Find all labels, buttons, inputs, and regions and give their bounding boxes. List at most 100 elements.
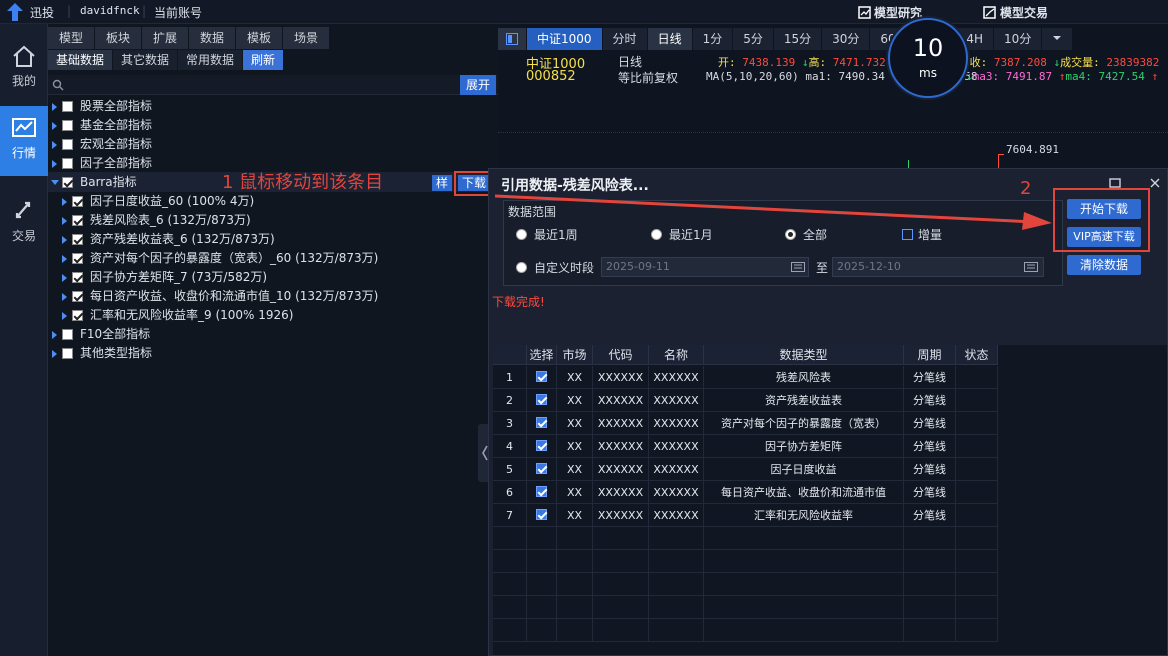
tab-10min[interactable]: 10分 [994,28,1043,50]
tab-basic-data[interactable]: 基础数据 [48,50,114,70]
radio-custom-label: 自定义时段 [534,261,595,275]
radio-custom[interactable] [516,262,527,273]
tab-30min[interactable]: 30分 [822,28,871,50]
column-header[interactable]: 市场 [557,345,593,365]
nav-trade[interactable]: 交易 [0,189,48,259]
tab-common-data[interactable]: 常用数据 [178,50,244,70]
tab-scene[interactable]: 场景 [283,27,330,49]
row-checkbox[interactable] [536,486,547,497]
model-trade-tab[interactable]: 模型交易 [1000,4,1048,21]
row-checkbox[interactable] [536,394,547,405]
column-header[interactable]: 数据类型 [704,345,904,365]
row-checkbox[interactable] [536,440,547,451]
tab-other-data[interactable]: 其它数据 [113,50,179,70]
ma-row-2: ↓ma3: 7491.87 ↑ma4: 7427.54 ↑ [966,70,1159,83]
column-header[interactable] [493,345,527,365]
row-checkbox[interactable] [536,509,547,520]
row-checkbox[interactable] [536,371,547,382]
column-header[interactable]: 选择 [527,345,557,365]
tab-1min[interactable]: 1分 [693,28,734,50]
tab-sector[interactable]: 板块 [95,27,142,49]
high-value: 7471.732 [832,56,886,69]
empty-cell [527,619,557,642]
tree-child-2[interactable]: 残差风险表_6 (132万/873万) [58,211,488,230]
top-bar: 迅投 | davidfnck | 当前账号 模型研究 模型交易 [0,0,1168,24]
empty-cell [956,527,998,550]
index-code: 000852 [526,69,576,84]
tab-15min[interactable]: 15分 [774,28,823,50]
tab-intraday[interactable]: 分时 [603,28,648,50]
empty-cell [704,573,904,596]
column-header[interactable]: 代码 [593,345,649,365]
username[interactable]: davidfnck [80,4,140,17]
row-select-cell[interactable] [527,435,557,458]
table-cell: XXXXXX [593,458,649,481]
tab-5min[interactable]: 5分 [733,28,774,50]
empty-cell [557,573,593,596]
clear-data-button[interactable]: 清除数据 [1067,255,1141,275]
tab-model[interactable]: 模型 [48,27,95,49]
tree-child-6[interactable]: 每日资产收益、收盘价和流通市值_10 (132万/873万) [58,287,488,306]
row-select-cell[interactable] [527,366,557,389]
keyboard-icon[interactable] [1024,262,1038,272]
table-cell: XX [557,389,593,412]
row-select-cell[interactable] [527,389,557,412]
row-checkbox[interactable] [536,463,547,474]
empty-cell [704,596,904,619]
close-vol-row: ↓收: 7387.208 ↓成交量: 23839382 [963,56,1160,69]
row-select-cell[interactable] [527,481,557,504]
tree-label: 股票全部指标 [80,99,153,113]
table-cell: 3 [493,412,527,435]
tree-item-stock[interactable]: 股票全部指标 [48,97,488,116]
row-checkbox[interactable] [536,417,547,428]
tab-extend[interactable]: 扩展 [142,27,189,49]
row-select-cell[interactable] [527,412,557,435]
nav-market[interactable]: 行情 [0,106,48,176]
column-header[interactable]: 周期 [904,345,956,365]
refresh-button[interactable]: 刷新 [243,50,285,70]
tab-template[interactable]: 模板 [236,27,283,49]
sample-button[interactable]: 样 [432,175,452,191]
keyboard-icon[interactable] [791,262,805,272]
tree-item-f10[interactable]: F10全部指标 [48,325,488,344]
search-row[interactable]: 展开 [48,75,498,95]
row-select-cell[interactable] [527,458,557,481]
model-research-tab[interactable]: 模型研究 [874,4,922,21]
tree-label: 基金全部指标 [80,118,153,132]
table-cell: 6 [493,481,527,504]
date-from-input[interactable]: 2025-09-11 [601,257,809,277]
date-to-input[interactable]: 2025-12-10 [832,257,1044,277]
empty-cell [493,619,527,642]
nav-mine[interactable]: 我的 [0,34,48,104]
row-select-cell[interactable] [527,504,557,527]
account-link[interactable]: 当前账号 [154,4,202,21]
tree-item-others[interactable]: 其他类型指标 [48,344,488,363]
empty-cell [557,619,593,642]
table-cell: XX [557,412,593,435]
expand-button[interactable]: 展开 [460,75,496,95]
tree-child-7[interactable]: 汇率和无风险收益率_9 (100% 1926) [58,306,488,325]
tree-child-4[interactable]: 资产对每个因子的暴露度（宽表）_60 (132万/873万) [58,249,488,268]
table-cell: XXXXXX [593,435,649,458]
empty-cell [904,596,956,619]
tree-child-3[interactable]: 资产残差收益表_6 (132万/873万) [58,230,488,249]
tree-child-5[interactable]: 因子协方差矩阵_7 (73万/582万) [58,268,488,287]
adjust-mode[interactable]: 等比前复权 [618,69,678,86]
logo-icon [7,3,23,21]
chevron-down-icon [1053,36,1062,40]
tree-child-1[interactable]: 因子日度收益_60 (100% 4万) [58,192,488,211]
column-header[interactable]: 名称 [649,345,704,365]
close-icon[interactable] [1149,177,1161,189]
toggle-panel-button[interactable] [498,28,527,50]
table-cell: XXXXXX [649,458,704,481]
more-periods-dropdown[interactable] [1042,28,1074,50]
tab-daily[interactable]: 日线 [647,28,693,50]
tree-item-macro[interactable]: 宏观全部指标 [48,135,488,154]
tree-label: 资产残差收益表_6 (132万/873万) [90,232,275,246]
table-cell [956,458,998,481]
close-label: 收: [969,56,988,69]
tab-index-name[interactable]: 中证1000 [527,28,603,50]
tree-item-fund[interactable]: 基金全部指标 [48,116,488,135]
tab-data[interactable]: 数据 [189,27,236,49]
column-header[interactable]: 状态 [956,345,998,365]
